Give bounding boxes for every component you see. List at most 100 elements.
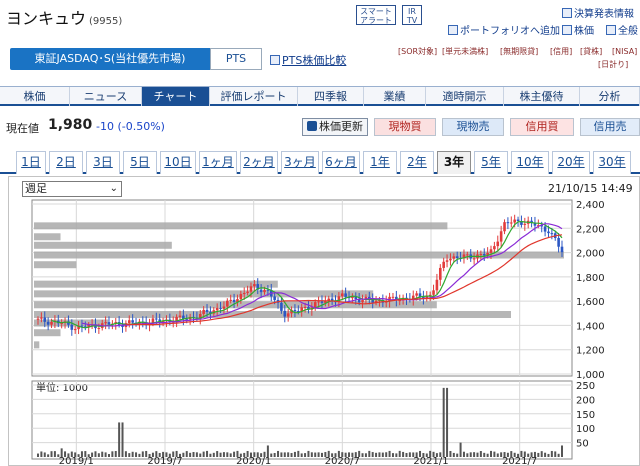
volume-bar bbox=[327, 450, 330, 457]
candle-body bbox=[73, 329, 77, 331]
volume-bar bbox=[405, 452, 408, 457]
candle-body bbox=[222, 306, 226, 309]
volume-bar bbox=[249, 452, 252, 457]
candle-body bbox=[202, 309, 205, 314]
volume-bar bbox=[243, 452, 246, 457]
volume-bar bbox=[527, 453, 530, 457]
candle-body bbox=[97, 327, 101, 329]
volume-bar bbox=[334, 453, 337, 457]
candle-body bbox=[320, 301, 324, 303]
volume-bar bbox=[104, 452, 107, 457]
volume-bar bbox=[293, 451, 296, 457]
candle-body bbox=[415, 293, 418, 296]
price-tick-label: 1,000 bbox=[576, 370, 605, 381]
volume-bar bbox=[253, 452, 256, 457]
candle-body bbox=[455, 256, 459, 258]
volume-bar bbox=[270, 453, 273, 457]
volume-bar bbox=[391, 453, 394, 457]
price-chart: 1,000 1,200 1,400 1,600 1,800 2,000 2,200 2,400… bbox=[31, 199, 605, 466]
volume-by-price-bar bbox=[34, 241, 172, 249]
volume-bar bbox=[307, 450, 310, 457]
volume-bar bbox=[195, 452, 198, 457]
volume-bar bbox=[503, 452, 506, 457]
volume-bar bbox=[385, 452, 388, 457]
candle-body bbox=[547, 231, 550, 234]
volume-bar bbox=[91, 452, 94, 457]
volume-bar bbox=[222, 452, 225, 457]
volume-bar bbox=[162, 451, 165, 457]
volume-bar bbox=[435, 453, 438, 457]
candle-body bbox=[205, 309, 209, 312]
volume-by-price-bar bbox=[34, 222, 448, 230]
volume-bar bbox=[155, 451, 158, 457]
candle-body bbox=[246, 291, 249, 293]
volume-bar bbox=[375, 452, 378, 457]
volume-bar bbox=[172, 451, 175, 457]
candle-body bbox=[361, 299, 364, 303]
volume-bar bbox=[57, 454, 60, 457]
volume-bar bbox=[53, 451, 56, 457]
volume-tick-label: 250 bbox=[576, 381, 595, 392]
candle-body bbox=[107, 322, 111, 325]
candle-body bbox=[303, 306, 307, 308]
volume-bar bbox=[60, 448, 63, 457]
volume-tick-label: 50 bbox=[576, 439, 589, 450]
volume-bar bbox=[348, 452, 351, 457]
volume-bar bbox=[496, 453, 499, 457]
volume-bar bbox=[422, 453, 425, 457]
volume-unit-label: 単位: 1000 bbox=[36, 381, 88, 394]
candle-body bbox=[340, 293, 344, 297]
volume-bar bbox=[185, 451, 188, 457]
volume-bar bbox=[476, 452, 479, 457]
volume-bar bbox=[84, 451, 87, 457]
volume-bar bbox=[192, 452, 195, 457]
candle-body bbox=[550, 233, 554, 235]
volume-bar bbox=[97, 453, 100, 457]
candle-body bbox=[509, 222, 513, 224]
volume-bar bbox=[371, 452, 374, 457]
volume-bar bbox=[395, 453, 398, 457]
volume-bar bbox=[446, 387, 449, 457]
candle-body bbox=[219, 307, 222, 309]
candle-body bbox=[513, 219, 516, 223]
volume-bar bbox=[37, 453, 39, 457]
volume-bar bbox=[263, 451, 266, 457]
candle-body bbox=[215, 307, 219, 311]
candle-body bbox=[560, 246, 564, 253]
volume-bar bbox=[554, 451, 557, 457]
volume-bar bbox=[449, 450, 452, 457]
volume-bar bbox=[300, 453, 303, 457]
candle-body bbox=[503, 222, 506, 232]
candle-body bbox=[286, 313, 290, 317]
volume-bar bbox=[500, 452, 503, 457]
volume-bar bbox=[354, 452, 357, 457]
volume-bar bbox=[266, 445, 269, 457]
candle-body bbox=[523, 223, 527, 225]
volume-bar bbox=[175, 450, 178, 457]
candle-body bbox=[36, 318, 40, 320]
volume-tick-label: 100 bbox=[576, 424, 595, 435]
volume-by-price-bar bbox=[34, 261, 77, 269]
volume-bar bbox=[412, 452, 415, 457]
volume-by-price-bar bbox=[34, 233, 61, 241]
candle-body bbox=[70, 324, 74, 330]
volume-bar bbox=[344, 452, 347, 457]
volume-bar bbox=[479, 451, 482, 457]
volume-bar bbox=[381, 452, 384, 457]
volume-bar bbox=[517, 453, 520, 457]
volume-bar bbox=[378, 452, 381, 457]
volume-bar bbox=[432, 451, 435, 457]
volume-bar bbox=[101, 451, 104, 457]
x-tick-label: 2021/1 bbox=[413, 456, 448, 466]
price-tick-label: 2,400 bbox=[576, 200, 605, 211]
volume-bar bbox=[77, 454, 80, 457]
volume-bar bbox=[43, 452, 46, 457]
volume-bar bbox=[408, 452, 411, 457]
candle-body bbox=[449, 258, 452, 261]
candle-body bbox=[496, 241, 500, 247]
candle-body bbox=[499, 231, 503, 242]
volume-bar bbox=[165, 452, 168, 457]
volume-by-price-bar bbox=[34, 341, 40, 349]
volume-bar bbox=[206, 450, 209, 457]
volume-tick-label: 150 bbox=[576, 410, 595, 421]
